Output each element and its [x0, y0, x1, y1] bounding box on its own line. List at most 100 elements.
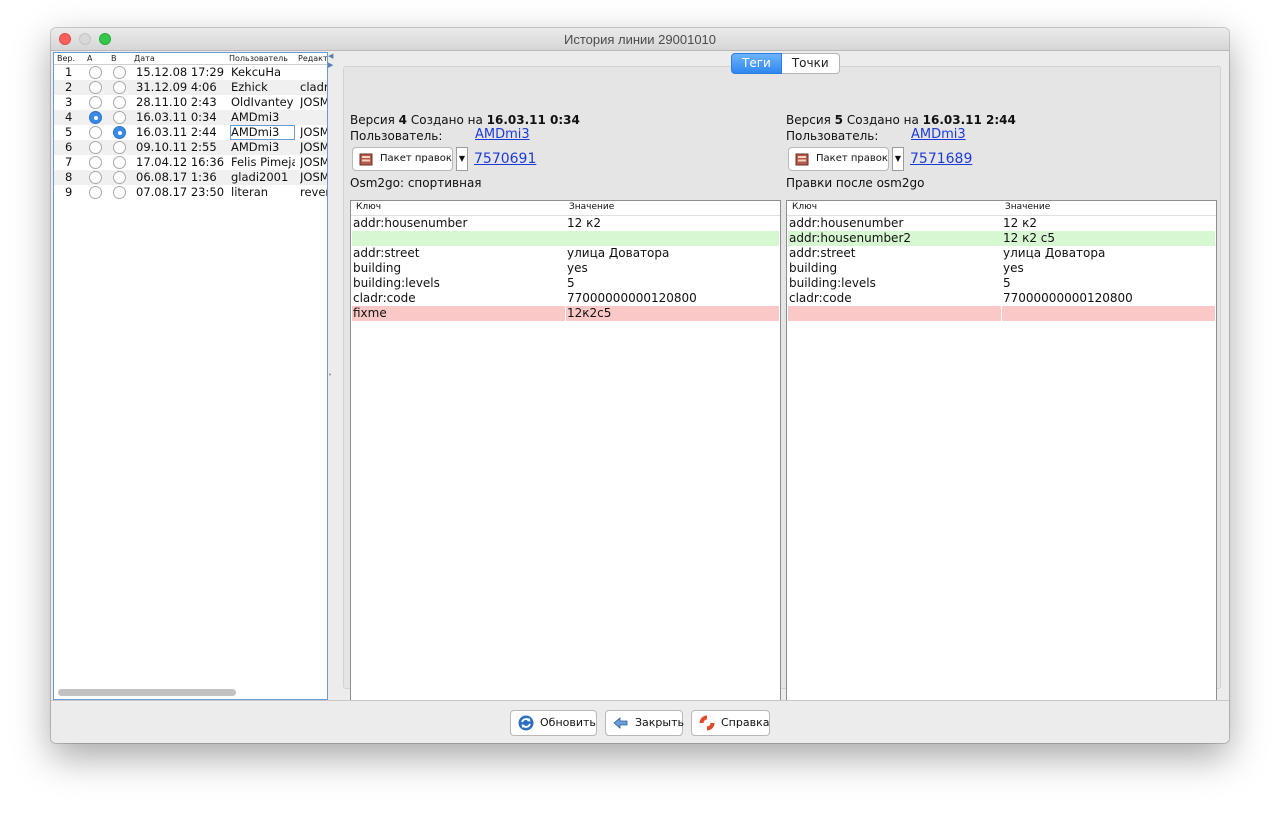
help-button[interactable]: Справка	[691, 710, 770, 736]
tag-value: улица Доватора	[1003, 246, 1106, 260]
compare-b-radio[interactable]	[113, 141, 126, 154]
left-user-link[interactable]: AMDmi3	[475, 127, 530, 142]
compare-b-radio[interactable]	[113, 171, 126, 184]
refresh-button[interactable]: Обновить	[510, 710, 597, 736]
left-changeset-link[interactable]: 7570691	[474, 151, 536, 167]
version-row[interactable]: 4 16.03.11 0:34 AMDmi3	[54, 110, 327, 125]
col-header-b[interactable]: B	[111, 53, 117, 64]
right-user-link[interactable]: AMDmi3	[911, 127, 966, 142]
compare-a-radio[interactable]	[89, 186, 102, 199]
compare-a-radio[interactable]	[89, 81, 102, 94]
left-changeset-button[interactable]: Пакет правок	[352, 147, 453, 171]
right-tags-header: Ключ Значение	[787, 201, 1216, 216]
col-header-value[interactable]: Значение	[1005, 202, 1050, 212]
col-header-ver[interactable]: Вер.	[57, 53, 75, 64]
tag-row[interactable]: building:levels 5	[788, 276, 1215, 291]
tag-row[interactable]: addr:housenumber 12 к2	[788, 216, 1215, 231]
tag-value: yes	[567, 261, 588, 275]
splitter-grip-icon[interactable]: •	[328, 371, 332, 379]
right-user-label: Пользователь:	[786, 129, 879, 143]
tag-key: cladr:code	[789, 291, 852, 305]
left-user-label: Пользователь:	[350, 129, 443, 143]
tab-points[interactable]: Точки	[781, 53, 840, 74]
version-editor: JOSM	[300, 140, 327, 154]
right-changeset-link[interactable]: 7571689	[910, 151, 972, 167]
version-row[interactable]: 6 09.10.11 2:55 AMDmi3 JOSM	[54, 140, 327, 155]
tag-row[interactable]: building:levels 5	[352, 276, 779, 291]
version-row[interactable]: 9 07.08.17 23:50 literan rever	[54, 185, 327, 200]
tag-row[interactable]: addr:housenumber 12 к2	[352, 216, 779, 231]
compare-b-radio[interactable]	[113, 66, 126, 79]
splitter-left-arrow-icon[interactable]: ◀	[328, 52, 333, 60]
compare-a-radio[interactable]	[89, 141, 102, 154]
tag-row[interactable]: fixme 12к2с5	[352, 306, 779, 321]
compare-b-radio[interactable]	[113, 81, 126, 94]
tab-tags[interactable]: Теги	[731, 53, 782, 74]
col-header-value[interactable]: Значение	[569, 202, 614, 212]
tag-row[interactable]: building yes	[352, 261, 779, 276]
tag-row[interactable]: addr:street улица Доватора	[788, 246, 1215, 261]
version-user: OldIvantey	[231, 95, 294, 109]
right-tags-table[interactable]: Ключ Значение addr:housenumber 12 к2 addr:…	[786, 200, 1217, 709]
version-editor: JOSM	[300, 155, 327, 169]
version-user: gladi2001	[231, 170, 289, 184]
left-changeset-dropdown[interactable]: ▼	[456, 147, 468, 171]
tag-row[interactable]: addr:housenumber2 12 к2 с5	[788, 231, 1215, 246]
version-row[interactable]: 7 17.04.12 16:36 Felis Pimeja JOSM	[54, 155, 327, 170]
col-header-editor[interactable]: Редакт	[298, 53, 327, 64]
tab-bar: Теги Точки	[731, 53, 840, 74]
version-user: AMDmi3	[231, 140, 280, 154]
version-date: 16.03.11 2:44	[136, 125, 217, 139]
version-row[interactable]: 3 28.11.10 2:43 OldIvantey JOSM	[54, 95, 327, 110]
right-changeset-dropdown[interactable]: ▼	[892, 147, 904, 171]
tag-value: 77000000000120800	[567, 291, 697, 305]
version-editor: JOSM	[300, 125, 327, 139]
col-header-key[interactable]: Ключ	[792, 202, 817, 212]
tag-row[interactable]: cladr:code 77000000000120800	[352, 291, 779, 306]
window-title: История линии 29001010	[563, 32, 717, 47]
compare-b-radio[interactable]	[113, 111, 126, 124]
tag-row[interactable]: cladr:code 77000000000120800	[788, 291, 1215, 306]
horizontal-scrollbar[interactable]	[58, 689, 236, 696]
right-changeset-button[interactable]: Пакет правок	[788, 147, 889, 171]
version-date: 28.11.10 2:43	[136, 95, 217, 109]
version-user: AMDmi3	[230, 125, 295, 140]
tag-row[interactable]	[352, 231, 779, 246]
versions-table[interactable]: Вер. A B Дата Пользователь Редакт 1 15.12…	[53, 52, 328, 700]
version-editor: rever	[300, 185, 327, 199]
version-row[interactable]: 5 16.03.11 2:44 AMDmi3 JOSM	[54, 125, 327, 140]
tag-row[interactable]: building yes	[788, 261, 1215, 276]
version-number: 9	[65, 185, 73, 199]
version-row[interactable]: 2 31.12.09 4:06 Ezhick cladr	[54, 80, 327, 95]
tag-row[interactable]	[788, 306, 1215, 321]
splitter-right-arrow-icon[interactable]: ▶	[328, 61, 333, 69]
compare-a-radio[interactable]	[89, 126, 102, 139]
version-editor: JOSM	[300, 170, 327, 184]
tag-row[interactable]: addr:street улица Доватора	[352, 246, 779, 261]
close-button[interactable]: Закрыть	[605, 710, 684, 736]
col-header-a[interactable]: A	[87, 53, 92, 64]
compare-a-radio[interactable]	[89, 66, 102, 79]
compare-a-radio[interactable]	[89, 96, 102, 109]
col-header-key[interactable]: Ключ	[356, 202, 381, 212]
version-date: 16.03.11 0:34	[136, 110, 217, 124]
left-changeset-comment: Osm2go: спортивная	[350, 176, 482, 190]
version-row[interactable]: 8 06.08.17 1:36 gladi2001 JOSM	[54, 170, 327, 185]
compare-b-radio[interactable]	[113, 126, 126, 139]
tag-key: fixme	[353, 306, 387, 320]
compare-b-radio[interactable]	[113, 156, 126, 169]
col-header-date[interactable]: Дата	[134, 53, 155, 64]
version-row[interactable]: 1 15.12.08 17:29 KekcuHa	[54, 65, 327, 80]
compare-a-radio[interactable]	[89, 111, 102, 124]
right-version-header: Версия 5 Создано на 16.03.11 2:44	[786, 113, 1016, 127]
close-door-icon	[613, 717, 628, 729]
tag-key: building:levels	[789, 276, 876, 290]
compare-a-radio[interactable]	[89, 171, 102, 184]
compare-b-radio[interactable]	[113, 186, 126, 199]
compare-b-radio[interactable]	[113, 96, 126, 109]
right-changeset-comment: Правки после osm2go	[786, 176, 925, 190]
col-header-user[interactable]: Пользователь	[229, 53, 288, 64]
compare-a-radio[interactable]	[89, 156, 102, 169]
left-tags-table[interactable]: Ключ Значение addr:housenumber 12 к2 addr:…	[350, 200, 781, 709]
tag-key: addr:street	[789, 246, 856, 260]
